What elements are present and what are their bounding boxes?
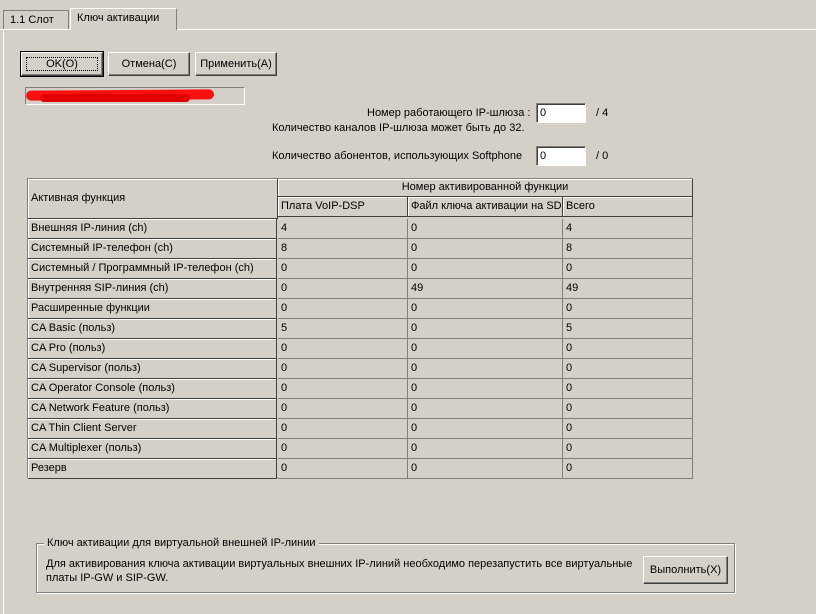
row-header[interactable]: CA Pro (польз) (28, 339, 277, 359)
softphone-max: / 0 (596, 150, 609, 162)
table-cell[interactable]: 0 (563, 359, 693, 379)
table-cell[interactable]: 0 (278, 459, 408, 479)
table-cell[interactable]: 49 (563, 279, 693, 299)
table-row[interactable]: Системный IP-телефон (ch) 8 0 8 (28, 239, 693, 259)
table-cell[interactable]: 0 (408, 399, 563, 419)
virtual-key-message-line2: платы IP-GW и SIP-GW. (46, 572, 169, 584)
softphone-input[interactable] (536, 146, 586, 166)
softphone-label: Количество абонентов, использующих Softp… (272, 150, 523, 162)
gateway-count-label: Номер работающего IP-шлюза : (367, 107, 531, 119)
ok-button[interactable]: OK(O) (20, 51, 104, 77)
table-cell[interactable]: 5 (278, 319, 408, 339)
virtual-key-message-line1: Для активирования ключа активации виртуа… (46, 558, 633, 570)
table-cell[interactable]: 0 (563, 459, 693, 479)
tab-strip: 1.1 Слот Ключ активации (0, 0, 816, 30)
table-row[interactable]: CA Multiplexer (польз) 0 0 0 (28, 439, 693, 459)
row-header[interactable]: Расширенные функции (28, 299, 277, 319)
row-header[interactable]: Внутренняя SIP-линия (ch) (28, 279, 277, 299)
table-cell[interactable]: 0 (408, 379, 563, 399)
table-row[interactable]: CA Pro (польз) 0 0 0 (28, 339, 693, 359)
row-header[interactable]: Внешняя IP-линия (ch) (28, 219, 277, 239)
table-cell[interactable]: 5 (563, 319, 693, 339)
group-header: Номер активированной функции (278, 179, 693, 197)
table-cell[interactable]: 8 (563, 239, 693, 259)
gateway-count-max: / 4 (596, 107, 609, 119)
table-cell[interactable]: 0 (278, 399, 408, 419)
function-table: Активная функция Номер активированной фу… (27, 178, 693, 479)
table-cell[interactable]: 0 (563, 339, 693, 359)
table-row[interactable]: CA Operator Console (польз) 0 0 0 (28, 379, 693, 399)
table-cell[interactable]: 0 (278, 379, 408, 399)
table-cell[interactable]: 0 (278, 439, 408, 459)
table-cell[interactable]: 4 (563, 219, 693, 239)
apply-button[interactable]: Применить(A) (195, 52, 277, 76)
tab-activation-key[interactable]: Ключ активации (70, 8, 177, 30)
row-header[interactable]: CA Multiplexer (польз) (28, 439, 277, 459)
table-cell[interactable]: 8 (278, 239, 408, 259)
gateway-count-input[interactable] (536, 103, 586, 123)
table-row[interactable]: Внешняя IP-линия (ch) 4 0 4 (28, 219, 693, 239)
table-row[interactable]: CA Supervisor (польз) 0 0 0 (28, 359, 693, 379)
row-header[interactable]: Системный IP-телефон (ch) (28, 239, 277, 259)
table-cell[interactable]: 0 (278, 259, 408, 279)
table-row[interactable]: Внутренняя SIP-линия (ch) 0 49 49 (28, 279, 693, 299)
table-row[interactable]: Расширенные функции 0 0 0 (28, 299, 693, 319)
column-header-voip-dsp[interactable]: Плата VoIP-DSP (278, 197, 408, 217)
redaction-mark (40, 94, 190, 102)
row-header-title: Активная функция (28, 179, 278, 219)
gateway-channels-note: Количество каналов IP-шлюза может быть д… (272, 122, 525, 134)
table-cell[interactable]: 0 (408, 239, 563, 259)
tab-slot[interactable]: 1.1 Слот (3, 10, 69, 29)
table-cell[interactable]: 0 (563, 439, 693, 459)
column-header-total[interactable]: Всего (563, 197, 693, 217)
row-header[interactable]: CA Basic (польз) (28, 319, 277, 339)
table-cell[interactable]: 0 (408, 219, 563, 239)
row-header[interactable]: CA Operator Console (польз) (28, 379, 277, 399)
virtual-key-group-title: Ключ активации для виртуальной внешней I… (44, 537, 319, 549)
table-cell[interactable]: 0 (278, 419, 408, 439)
table-cell[interactable]: 0 (408, 299, 563, 319)
table-row[interactable]: CA Network Feature (польз) 0 0 0 (28, 399, 693, 419)
row-header[interactable]: Системный / Программный IP-телефон (ch) (28, 259, 277, 279)
table-row[interactable]: Системный / Программный IP-телефон (ch) 0… (28, 259, 693, 279)
table-cell[interactable]: 0 (563, 419, 693, 439)
table-cell[interactable]: 0 (563, 299, 693, 319)
table-cell[interactable]: 0 (408, 339, 563, 359)
table-cell[interactable]: 0 (278, 339, 408, 359)
column-header-sd-key-file[interactable]: Файл ключа активации на SD (408, 197, 563, 217)
run-button[interactable]: Выполнить(X) (643, 556, 728, 584)
table-cell[interactable]: 0 (408, 459, 563, 479)
table-cell[interactable]: 0 (408, 319, 563, 339)
table-cell[interactable]: 4 (278, 219, 408, 239)
table-cell[interactable]: 49 (408, 279, 563, 299)
table-cell[interactable]: 0 (408, 359, 563, 379)
table-row[interactable]: CA Basic (польз) 5 0 5 (28, 319, 693, 339)
table-cell[interactable]: 0 (408, 439, 563, 459)
table-cell[interactable]: 0 (278, 299, 408, 319)
table-cell[interactable]: 0 (563, 399, 693, 419)
row-header[interactable]: CA Supervisor (польз) (28, 359, 277, 379)
table-cell[interactable]: 0 (278, 279, 408, 299)
table-row[interactable]: Резерв 0 0 0 (28, 459, 693, 479)
row-header[interactable]: CA Network Feature (польз) (28, 399, 277, 419)
table-row[interactable]: CA Thin Client Server 0 0 0 (28, 419, 693, 439)
focus-rect (26, 57, 98, 71)
table-cell[interactable]: 0 (563, 259, 693, 279)
table-cell[interactable]: 0 (278, 359, 408, 379)
table-cell[interactable]: 0 (563, 379, 693, 399)
table-cell[interactable]: 0 (408, 259, 563, 279)
table-cell[interactable]: 0 (408, 419, 563, 439)
cancel-button[interactable]: Отмена(C) (108, 52, 190, 76)
row-header[interactable]: Резерв (28, 459, 277, 479)
row-header[interactable]: CA Thin Client Server (28, 419, 277, 439)
